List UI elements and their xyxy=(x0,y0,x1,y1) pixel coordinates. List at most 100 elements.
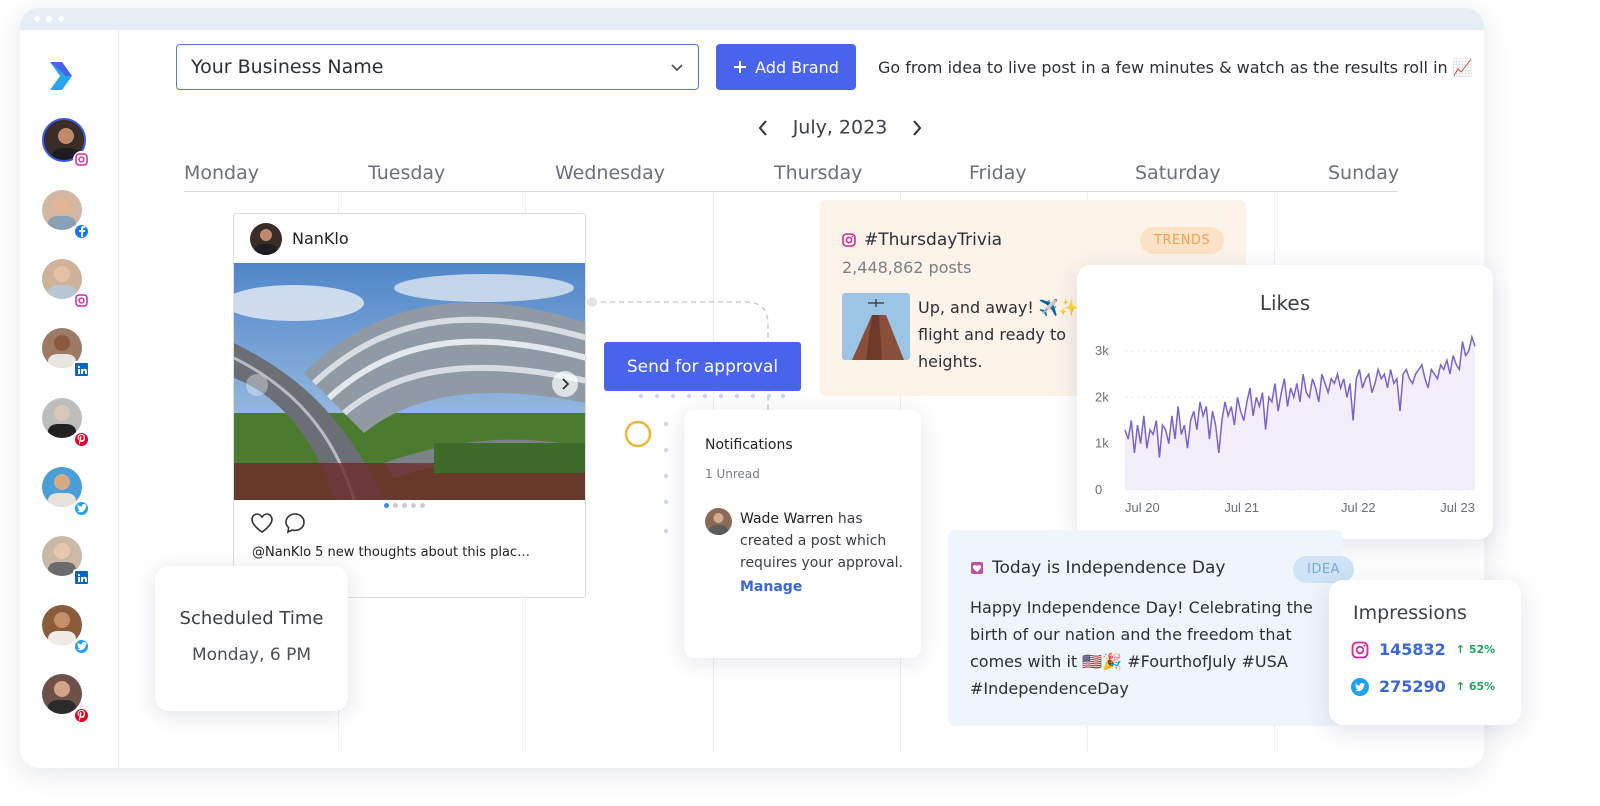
account-avatar-2[interactable] xyxy=(42,190,90,240)
carousel-prev-icon[interactable] xyxy=(246,374,268,396)
scheduled-time-title: Scheduled Time xyxy=(179,608,324,629)
post-avatar xyxy=(250,222,282,255)
chevron-down-icon xyxy=(671,63,683,71)
notification-message: Wade Warren has created a post which req… xyxy=(740,508,912,574)
tagline: Go from idea to live post in a few minut… xyxy=(878,58,1473,77)
idea-title: Today is Independence Day xyxy=(992,558,1226,578)
day-tuesday: Tuesday xyxy=(368,162,446,184)
post-header: NanKlo xyxy=(234,214,585,263)
scheduled-time-card: Scheduled Time Monday, 6 PM xyxy=(155,566,348,711)
likes-line-chart: 3k 2k 1k 0 Jul 20 Jul 21 Jul 22 Jul 23 xyxy=(1095,334,1476,515)
trends-badge: TRENDS xyxy=(1140,227,1225,254)
day-wednesday: Wednesday xyxy=(555,162,666,184)
idea-badge: IDEA xyxy=(1293,556,1354,583)
account-avatar-5[interactable] xyxy=(42,398,90,448)
window-titlebar xyxy=(20,8,1484,30)
app-logo-icon[interactable] xyxy=(48,60,74,92)
day-sunday: Sunday xyxy=(1328,162,1400,184)
account-avatar-3[interactable] xyxy=(42,259,90,309)
window-dot[interactable] xyxy=(34,16,40,22)
brand-select-value: Your Business Name xyxy=(191,56,384,78)
x-tick-label: Jul 21 xyxy=(1224,500,1259,515)
month-navigator: July, 2023 xyxy=(120,116,1484,139)
next-month-icon[interactable] xyxy=(911,119,923,137)
twitter-icon xyxy=(73,500,90,517)
carousel-next-icon[interactable] xyxy=(552,371,578,397)
idea-card: Today is Independence Day IDEA Happy Ind… xyxy=(948,530,1354,726)
notifications-panel: Notifications 1 Unread Wade Warren has c… xyxy=(684,410,921,658)
day-friday: Friday xyxy=(969,162,1027,184)
month-label: July, 2023 xyxy=(792,116,888,139)
y-tick-label: 2k xyxy=(1095,389,1109,404)
twitter-icon xyxy=(73,638,90,655)
instagram-icon xyxy=(73,292,90,309)
account-avatar-1[interactable] xyxy=(42,118,90,168)
instagram-icon xyxy=(842,233,856,247)
change-value: 52% xyxy=(1468,643,1496,656)
post-actions xyxy=(250,512,306,534)
account-avatar-8[interactable] xyxy=(42,605,90,655)
x-tick-label: Jul 20 xyxy=(1125,500,1160,515)
post-image xyxy=(234,263,585,500)
post-preview-card[interactable]: NanKlo @NanKlo 5 new thoughts about this… xyxy=(233,213,586,598)
post-caption: @NanKlo 5 new thoughts about this plac… xyxy=(252,545,531,560)
window-dot[interactable] xyxy=(58,16,64,22)
heart-box-icon xyxy=(971,562,983,574)
account-avatar-6[interactable] xyxy=(42,467,90,517)
notifications-title: Notifications xyxy=(705,437,793,453)
idea-body: Happy Independence Day! Celebrating the … xyxy=(970,598,1313,698)
add-brand-button[interactable]: Add Brand xyxy=(716,44,856,90)
impressions-change: ↑ 52% xyxy=(1455,643,1496,656)
impressions-value: 275290 xyxy=(1379,677,1446,696)
plus-icon xyxy=(734,61,747,73)
heart-icon[interactable] xyxy=(250,512,274,534)
impressions-value: 145832 xyxy=(1379,640,1446,659)
x-tick-label: Jul 22 xyxy=(1341,500,1376,515)
trend-hashtag: #ThursdayTrivia xyxy=(864,230,1003,250)
linkedin-icon xyxy=(73,569,90,586)
trend-count: 2,448,862 posts xyxy=(842,258,972,277)
day-monday: Monday xyxy=(184,162,260,184)
day-saturday: Saturday xyxy=(1135,162,1221,184)
x-tick-label: Jul 23 xyxy=(1440,500,1475,515)
trend-text: Up, and away! ✈️✨ flight and ready to he… xyxy=(918,298,1079,371)
notification-avatar xyxy=(705,508,732,535)
window-dot[interactable] xyxy=(46,16,52,22)
change-value: 65% xyxy=(1468,680,1496,693)
linkedin-icon xyxy=(73,361,90,378)
brand-select[interactable]: Your Business Name xyxy=(176,44,699,90)
trend-header: #ThursdayTrivia xyxy=(842,230,1002,250)
weekday-header: Monday Tuesday Wednesday Thursday Friday… xyxy=(184,162,1400,192)
trend-thumbnail xyxy=(842,293,910,360)
notification-user: Wade Warren xyxy=(740,511,834,527)
instagram-icon xyxy=(73,151,90,168)
prev-month-icon[interactable] xyxy=(757,119,769,137)
likes-chart-card: Likes 3k 2k 1k 0 Jul 20 Jul 21 Jul 22 Jul 23 xyxy=(1077,265,1493,539)
pinterest-icon xyxy=(73,707,90,724)
post-username: NanKlo xyxy=(292,229,349,248)
notifications-unread: 1 Unread xyxy=(705,467,760,481)
send-for-approval-button[interactable]: Send for approval xyxy=(604,342,801,391)
day-thursday: Thursday xyxy=(774,162,863,184)
impressions-row-twitter: 275290 ↑ 65% xyxy=(1351,677,1495,696)
add-brand-label: Add Brand xyxy=(755,57,839,77)
pinterest-icon xyxy=(73,431,90,448)
manage-link[interactable]: Manage xyxy=(740,579,802,595)
carousel-indicator xyxy=(384,503,425,508)
account-avatar-7[interactable] xyxy=(42,536,90,586)
y-tick-label: 1k xyxy=(1095,436,1109,451)
y-tick-label: 3k xyxy=(1095,343,1109,358)
instagram-icon xyxy=(1351,641,1369,658)
idea-header: Today is Independence Day xyxy=(970,558,1225,578)
scheduled-time-value: Monday, 6 PM xyxy=(191,645,312,665)
impressions-card: Impressions 145832 ↑ 52% 275290 ↑ 65% xyxy=(1329,580,1521,725)
sidebar xyxy=(20,30,119,768)
facebook-icon xyxy=(73,223,90,240)
twitter-icon xyxy=(1351,677,1369,696)
account-avatar-4[interactable] xyxy=(42,328,90,378)
account-avatar-9[interactable] xyxy=(42,674,90,724)
impressions-title: Impressions xyxy=(1353,602,1467,624)
comment-icon[interactable] xyxy=(284,512,306,534)
impressions-change: ↑ 65% xyxy=(1455,680,1496,693)
impressions-row-instagram: 145832 ↑ 52% xyxy=(1351,640,1495,659)
